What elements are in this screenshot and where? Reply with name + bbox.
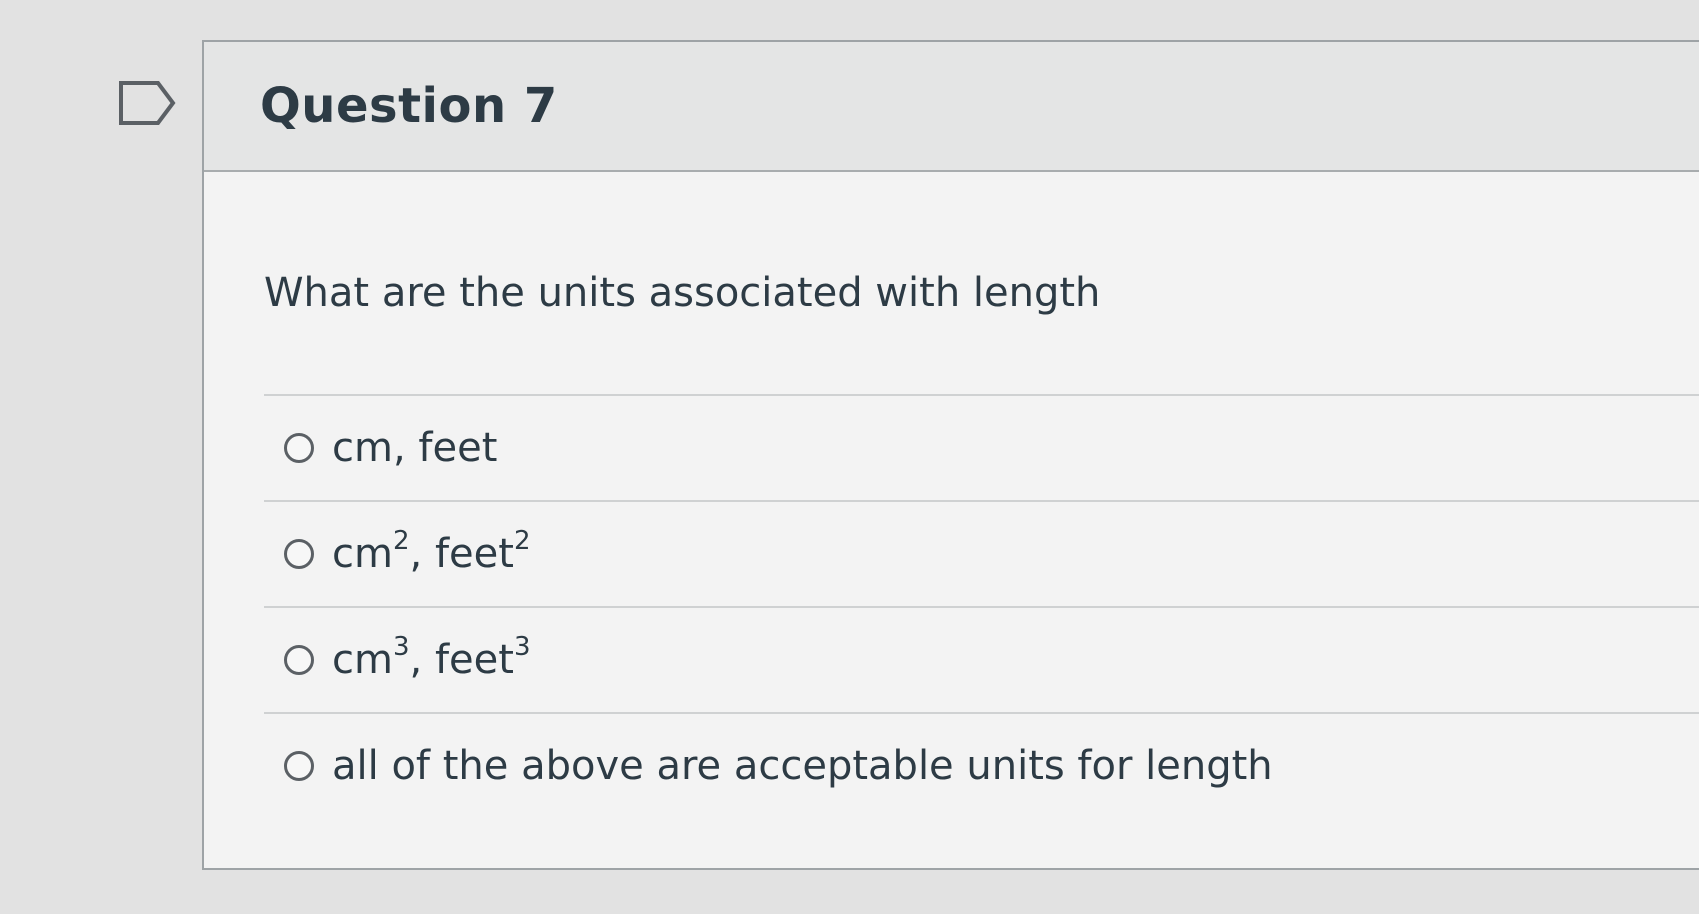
superscript: 2	[513, 525, 531, 556]
answer-text: , feet	[409, 637, 514, 683]
answer-text: cm	[332, 425, 393, 471]
radio-unchecked-icon[interactable]	[284, 645, 314, 675]
answer-option-1[interactable]: cm, feet	[264, 394, 1699, 500]
question-title: Question 7	[260, 78, 558, 134]
answer-text: cm	[332, 531, 393, 577]
superscript: 2	[392, 525, 410, 556]
answer-label: cm3, feet3	[332, 634, 530, 683]
answer-text: , feet	[409, 531, 514, 577]
answer-text: cm	[332, 637, 393, 683]
superscript: 3	[392, 631, 410, 662]
answer-label: all of the above are acceptable units fo…	[332, 743, 1273, 789]
question-text: What are the units associated with lengt…	[264, 270, 1101, 316]
flag-question-icon[interactable]	[118, 80, 178, 126]
answer-list: cm, feet cm2, feet2 cm3, feet3 all of th…	[264, 394, 1699, 818]
radio-unchecked-icon[interactable]	[284, 433, 314, 463]
answer-option-3[interactable]: cm3, feet3	[264, 606, 1699, 712]
superscript: 3	[513, 631, 531, 662]
radio-unchecked-icon[interactable]	[284, 539, 314, 569]
answer-label: cm2, feet2	[332, 528, 530, 577]
answer-option-2[interactable]: cm2, feet2	[264, 500, 1699, 606]
question-card: Question 7 What are the units associated…	[202, 40, 1699, 870]
answer-label: cm, feet	[332, 425, 497, 471]
answer-text: , feet	[392, 425, 498, 471]
answer-option-4[interactable]: all of the above are acceptable units fo…	[264, 712, 1699, 818]
answer-text: all of the above are acceptable units fo…	[332, 743, 1273, 789]
radio-unchecked-icon[interactable]	[284, 751, 314, 781]
question-header: Question 7	[204, 42, 1699, 172]
